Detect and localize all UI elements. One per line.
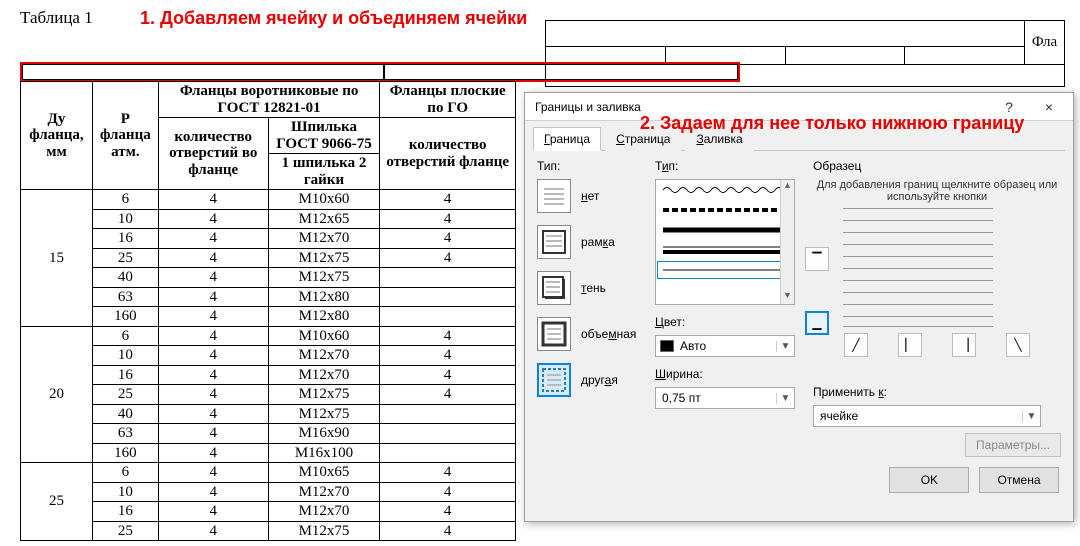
border-right-button[interactable]: ▕ [952,333,976,357]
line-style-item-selected [656,260,794,280]
table-row: 2564М10х654 [21,463,516,483]
tab-border[interactable]: Граница [533,127,601,151]
col-stud-sub: 1 шпилька 2 гайки [268,154,380,190]
preset-none[interactable]: нет [537,179,647,213]
borders-fill-dialog: Границы и заливка ? × Граница Страница З… [524,92,1074,522]
ok-button[interactable]: OK [889,467,969,493]
table-row: 104М12х654 [21,209,516,229]
table-row: 634М12х80 [21,287,516,307]
border-left-button[interactable]: ▏ [898,333,922,357]
params-button: Параметры... [965,433,1061,457]
sample-label: Образец [813,159,1061,173]
line-style-item [656,240,794,260]
main-table[interactable]: Ду фланца, мм Р фланца атм. Фланцы ворот… [20,81,516,541]
table-row: 254М12х754 [21,521,516,541]
table-row: 104М12х704 [21,346,516,366]
width-combo[interactable]: 0,75 пт▼ [655,387,795,409]
table-row: 1604М16х100 [21,443,516,463]
border-diag2-button[interactable]: ╲ [1006,333,1030,357]
col-du: Ду фланца, мм [21,82,93,190]
col-p: Р фланца атм. [92,82,158,190]
table-row: 634М16х90 [21,424,516,444]
color-combo[interactable]: Авто▼ [655,335,795,357]
line-style-item [656,220,794,240]
line-style-item [656,180,794,200]
table-row: 164М12х704 [21,365,516,385]
line-style-list[interactable]: ▲▼ [655,179,795,305]
sample-preview-area: ▔ ▁ ╱ ▏ ▕ ╲ [837,207,1037,377]
apply-label: Применить к: [813,385,1061,399]
list-scrollbar[interactable]: ▲▼ [780,180,794,304]
preset-3d[interactable]: объемная [537,317,647,351]
highlighted-merged-row [20,62,740,82]
table-row: 404М12х75 [21,268,516,288]
sample-hint: Для добавления границ щелкните образец и… [813,179,1061,203]
dialog-title: Границы и заливка [535,100,989,114]
table-caption: Таблица 1 [20,8,93,27]
table-row: 254М12х754 [21,385,516,405]
color-label: Цвет: [655,315,805,329]
apply-combo[interactable]: ячейке▼ [813,405,1041,427]
table-row: 254М12х754 [21,248,516,268]
col-holes: количество отверстий во фланце [158,118,268,190]
annotation-1: 1. Добавляем ячейку и объединяем ячейки [140,8,527,29]
table-row: 164М12х704 [21,229,516,249]
table-row: Ду фланца, мм Р фланца атм. Фланцы ворот… [21,82,516,118]
table-row: 1604М12х80 [21,307,516,327]
table-row: 404М12х75 [21,404,516,424]
preset-type-label: Тип: [537,159,647,173]
cancel-button[interactable]: Отмена [979,467,1059,493]
col-group2: Фланцы плоские по ГО [380,82,516,118]
preview-cell[interactable] [843,207,993,327]
col-stud: Шпилька ГОСТ 9066-75 [268,118,380,154]
preset-custom[interactable]: другая [537,363,647,397]
table-row: 1564М10х604 [21,190,516,210]
table-row: 2064М10х604 [21,326,516,346]
line-type-label: Тип: [655,159,805,173]
border-top-button[interactable]: ▔ [805,247,829,271]
annotation-2: 2. Задаем для нее только нижнюю границу [640,113,1024,134]
preset-shadow[interactable]: тень [537,271,647,305]
col-holes2: количество отверстий фланце [380,118,516,190]
line-style-item [656,200,794,220]
preset-box[interactable]: рамка [537,225,647,259]
width-label: Ширина: [655,367,805,381]
border-bottom-button[interactable]: ▁ [805,311,829,335]
border-diag1-button[interactable]: ╱ [844,333,868,357]
table-row: 104М12х704 [21,482,516,502]
table-row: 164М12х704 [21,502,516,522]
close-button[interactable]: × [1029,99,1069,115]
col-group1: Фланцы воротниковые по ГОСТ 12821-01 [158,82,380,118]
